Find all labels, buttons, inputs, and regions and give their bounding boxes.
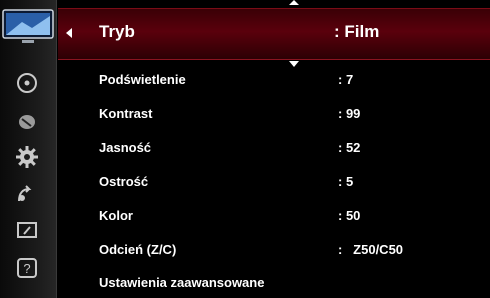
setting-value: : 7 [338,72,354,87]
setting-label: Kolor [99,208,133,223]
setting-row-brightness[interactable]: Jasność : 52 [58,135,490,163]
setting-value: : 50 [338,208,361,223]
chevron-left-icon[interactable] [66,28,72,38]
gear-icon[interactable] [14,144,40,170]
scroll-up-icon[interactable] [289,0,299,5]
setting-value: : 5 [338,174,354,189]
svg-text:?: ? [23,261,30,276]
setting-label: Ustawienia zaawansowane [99,275,265,290]
tv-picture-icon[interactable] [2,4,54,48]
setting-value: : 52 [338,140,361,155]
setting-label: Podświetlenie [99,72,186,87]
setting-label: Odcień (Z/C) [99,242,177,257]
help-icon[interactable]: ? [14,255,40,281]
support-icon[interactable] [14,218,40,244]
setting-label: Jasność [99,140,152,155]
setting-row-sharpness[interactable]: Ostrość : 5 [58,169,490,197]
setting-label: Kontrast [99,106,153,121]
mode-value[interactable]: : Film [334,22,379,42]
disc-icon[interactable] [14,70,40,96]
setting-value: : 99 [338,106,361,121]
setting-value: : Z50/C50 [338,242,404,257]
setting-row-backlight[interactable]: Podświetlenie : 7 [58,67,490,95]
input-icon[interactable] [14,180,40,206]
setting-label: Ostrość [99,174,149,189]
channel-icon[interactable] [14,108,40,134]
setting-row-tint[interactable]: Odcień (Z/C) : Z50/C50 [58,237,490,265]
setting-row-contrast[interactable]: Kontrast : 99 [58,101,490,129]
mode-label: Tryb [99,22,135,41]
setting-row-color[interactable]: Kolor : 50 [58,203,490,231]
setting-row-advanced[interactable]: Ustawienia zaawansowane [58,270,490,298]
sidebar: ? [0,0,57,298]
